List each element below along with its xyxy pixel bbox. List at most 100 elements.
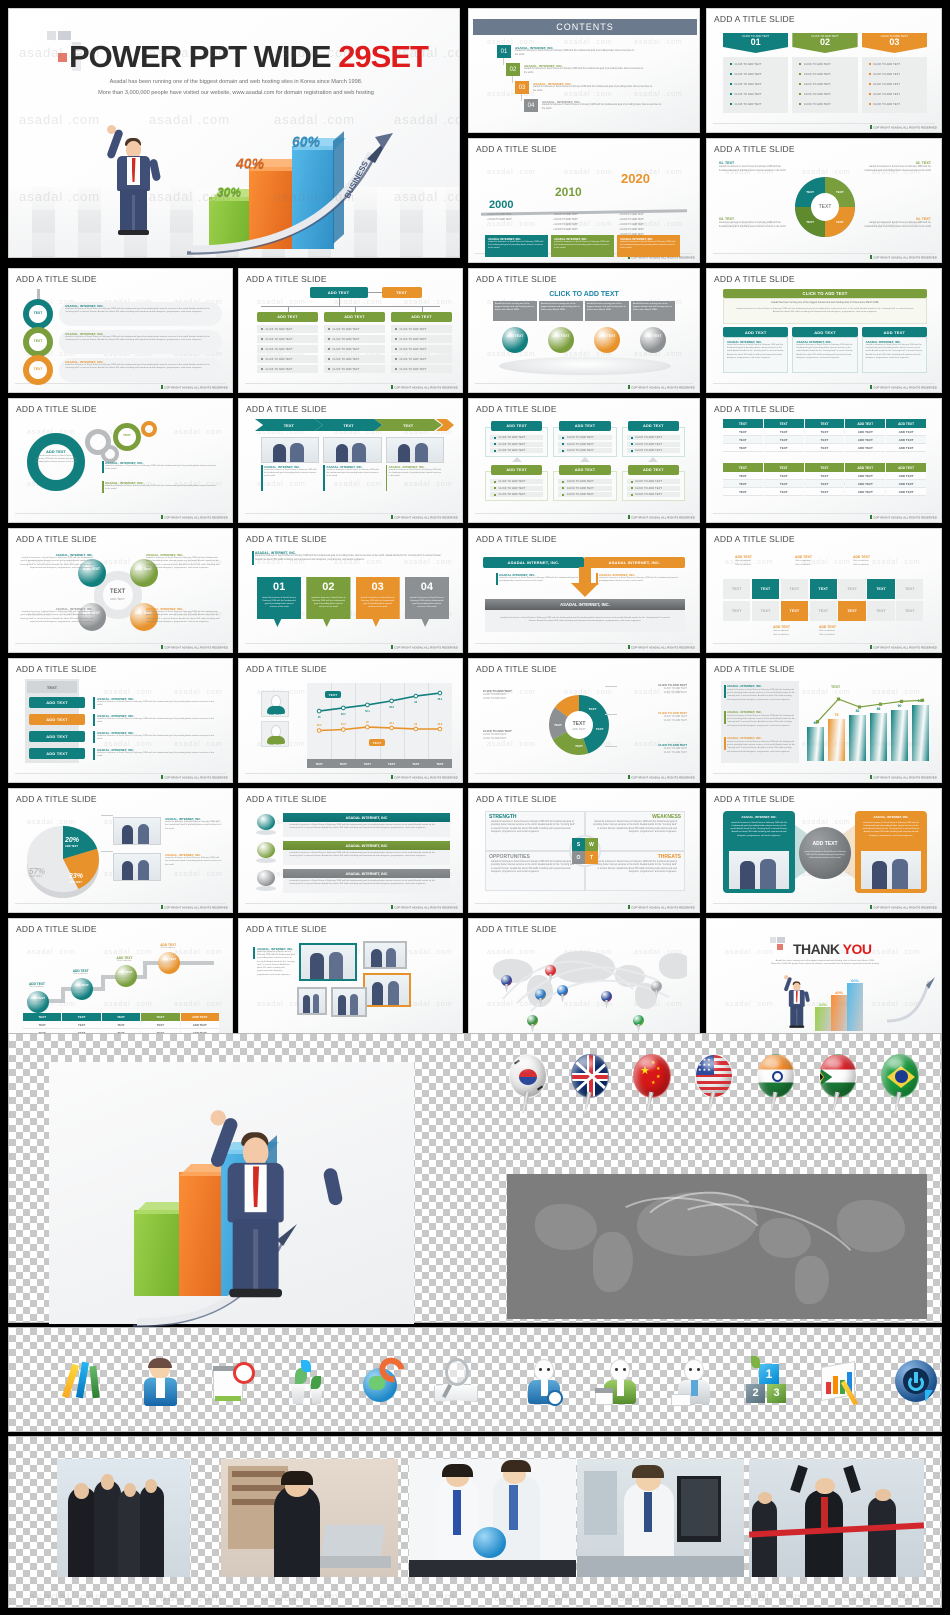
flag-pin-kr[interactable] (509, 1054, 547, 1106)
list-item[interactable]: CLICK TO ADD TEXT (795, 90, 855, 98)
list-item[interactable]: CLICK TO ADD TEXT (324, 335, 385, 343)
slide-thumbnail-29[interactable]: asadal .com asadal .com asadal .com asadal … (706, 918, 942, 1043)
slide-thumbnail-13[interactable]: ADD A TITLE SLIDEasadal .comasadal .coma… (706, 398, 942, 523)
list-item[interactable]: CLICK TO ADD TEXT (558, 448, 612, 453)
list-item[interactable]: CLICK TO ADD TEXT (626, 479, 680, 484)
map-pin-0[interactable] (501, 975, 512, 992)
grid-cell[interactable]: TEXT (867, 601, 895, 621)
timeline-card[interactable]: ASADAL INTERNET, INC. started its busines… (617, 235, 680, 257)
slide-thumbnail-26[interactable]: ADD A TITLE SLIDE asadal .com asadal .com a… (8, 918, 233, 1043)
list-item[interactable]: CLICK TO ADD TEXT (795, 80, 855, 88)
grid-cell[interactable]: TEXT (838, 579, 866, 599)
timeline-card[interactable]: ASADAL INTERNET, INC. started its busines… (551, 235, 614, 257)
list-item[interactable]: CLICK TO ADD TEXT (324, 355, 385, 363)
list-item[interactable]: CLICK TO ADD TEXT (490, 479, 544, 484)
list-item[interactable]: CLICK TO ADD TEXT (490, 448, 544, 453)
list-item[interactable]: CLICK TO ADD TEXT (391, 335, 452, 343)
chevron-1[interactable]: TEXT (314, 419, 383, 431)
group-header[interactable]: ADD TEXT (559, 421, 611, 431)
map-pin-3[interactable] (557, 985, 568, 1002)
list-item[interactable]: CLICK TO ADD TEXT (257, 365, 318, 373)
sphere-1[interactable]: ADD TEXT (548, 327, 574, 353)
list-item[interactable]: CLICK TO ADD TEXT (558, 435, 612, 440)
stack-item-3[interactable]: ADD TEXT (29, 748, 85, 759)
number-card-02[interactable]: 02 started its business in Seoul Korea in… (306, 577, 351, 627)
flag-pin-br[interactable] (881, 1054, 919, 1106)
list-item[interactable]: CLICK TO ADD TEXT (324, 365, 385, 373)
grid-cell[interactable]: TEXT (838, 601, 866, 621)
number-card-03[interactable]: 03 started its business in Seoul Korea in… (355, 577, 400, 627)
slide-thumbnail-3[interactable]: ADD A TITLE SLIDEasadal .comasadal .coma… (706, 8, 942, 133)
slide-thumbnail-22[interactable]: ADD A TITLE SLIDE asadal .com asadal .com a… (8, 788, 233, 913)
slide-thumbnail-17[interactable]: ADD A TITLE SLIDE asadal .com asadal .com a… (706, 528, 942, 653)
stair-node-2[interactable]: ADD TEXT (114, 965, 137, 987)
flag-pin-cn[interactable]: ★ ★ ★ ★ ★ (633, 1054, 671, 1106)
merge-banner-bottom[interactable]: ASADAL INTERNET, INC. (485, 599, 685, 610)
banner-2[interactable]: ASADAL INTERNET, INC (283, 869, 450, 878)
list-item[interactable]: CLICK TO ADD TEXT (558, 485, 612, 491)
card-header-01[interactable]: CLICK TO ADD TEXT 01 (723, 33, 789, 53)
list-item[interactable]: CLICK TO ADD TEXT (795, 100, 855, 108)
stack-item-0[interactable]: ADD TEXT (29, 697, 85, 708)
list-item[interactable]: CLICK TO ADD TEXT (257, 355, 318, 363)
slide-thumbnail-19[interactable]: ADD A TITLE SLIDEasadal .comasadal .coma… (238, 658, 463, 783)
list-item[interactable]: CLICK TO ADD TEXT (864, 100, 924, 108)
list-item[interactable]: CLICK TO ADD TEXT (324, 345, 385, 353)
map-pin-1[interactable] (545, 965, 556, 982)
list-item[interactable]: CLICK TO ADD TEXT (257, 335, 318, 343)
sphere-0[interactable]: ADD TEXT (502, 327, 528, 353)
list-item[interactable]: CLICK TO ADD TEXT (726, 100, 786, 108)
org-top-right-node[interactable]: TEXT (381, 287, 422, 298)
list-item[interactable]: CLICK TO ADD TEXT (558, 479, 612, 484)
stack-item-2[interactable]: ADD TEXT (29, 731, 85, 742)
list-item[interactable]: CLICK TO ADD TEXT (490, 435, 544, 440)
sphere-3[interactable]: ADD TEXT (640, 327, 666, 353)
chevron-0[interactable]: TEXT (255, 419, 323, 431)
map-pin-4[interactable] (527, 1015, 538, 1032)
contents-number-01[interactable]: 01 (497, 45, 511, 58)
slide-thumbnail-18[interactable]: ADD A TITLE SLIDE asadal .com asadal .com a… (8, 658, 233, 783)
group-header[interactable]: ADD TEXT (627, 421, 679, 431)
grid-cell[interactable]: TEXT (751, 601, 780, 621)
slide-thumbnail-15[interactable]: ADD A TITLE SLIDE asadal .com asadal .com a… (238, 528, 463, 653)
slide-thumbnail-27[interactable]: ADD A TITLE SLIDE asadal .com asadal .com a… (238, 918, 463, 1043)
org-branch-node[interactable]: ADD TEXT (391, 312, 452, 322)
section-banner[interactable]: CLICK TO ADD TEXT (723, 289, 927, 298)
sphere-2[interactable]: ADD TEXT (594, 327, 620, 353)
list-item[interactable]: CLICK TO ADD TEXT (391, 325, 452, 333)
map-pin-2[interactable] (535, 989, 546, 1006)
list-item[interactable]: CLICK TO ADD TEXT (391, 345, 452, 353)
list-item[interactable]: CLICK TO ADD TEXT (626, 492, 680, 497)
org-branch-node[interactable]: ADD TEXT (324, 312, 385, 322)
slide-thumbnail-20[interactable]: ADD A TITLE SLIDE asadal .com asadal .com a… (468, 658, 700, 783)
list-item[interactable]: CLICK TO ADD TEXT (626, 485, 680, 491)
flag-pin-gb[interactable] (571, 1054, 609, 1106)
flag-pin-za[interactable] (819, 1054, 857, 1106)
grid-cell[interactable]: TEXT (780, 579, 809, 599)
column-header[interactable]: ADD TEXT (861, 327, 927, 337)
slide-thumbnail-25[interactable]: ADD A TITLE SLIDEasadal .comasadal .coma… (706, 788, 942, 913)
map-pin-7[interactable] (651, 981, 662, 998)
group-header[interactable]: ADD TEXT (491, 465, 543, 475)
list-item[interactable]: CLICK TO ADD TEXT (391, 365, 452, 373)
list-item[interactable]: CLICK TO ADD TEXT (795, 60, 855, 68)
slide-thumbnail-2[interactable]: asadal .com asadal .com asadal .com asadal … (468, 8, 700, 133)
list-item[interactable]: CLICK TO ADD TEXT (490, 492, 544, 497)
timeline-card[interactable]: ASADAL INTERNET, INC. started its busines… (485, 235, 548, 257)
list-item[interactable]: CLICK TO ADD TEXT (626, 448, 680, 453)
grid-cell[interactable]: TEXT (723, 601, 751, 621)
number-card-01[interactable]: 01 started its business in Seoul Korea in… (257, 577, 302, 627)
list-item[interactable]: CLICK TO ADD TEXT (257, 345, 318, 353)
grid-cell[interactable]: TEXT (896, 579, 924, 599)
hero-slide[interactable]: POWER PPT WIDE 29SET Asadal has been run… (8, 8, 460, 258)
contents-number-03[interactable]: 03 (515, 81, 529, 94)
contents-number-02[interactable]: 02 (506, 63, 520, 76)
slide-thumbnail-28[interactable]: ADD A TITLE SLIDE asadal .com asadal .com a… (468, 918, 700, 1043)
chevron-2[interactable]: TEXT (374, 419, 442, 431)
stack-item-1[interactable]: ADD TEXT (29, 714, 85, 725)
map-pin-5[interactable] (601, 991, 612, 1008)
number-card-04[interactable]: 04 started its business in Seoul Korea in… (404, 577, 449, 627)
slide-thumbnail-12[interactable]: ADD A TITLE SLIDEasadal .comasadal .coma… (468, 398, 700, 523)
grid-cell[interactable]: TEXT (896, 601, 924, 621)
slide-thumbnail-8[interactable]: ADD A TITLE SLIDE asadal .com asadal .com a… (468, 268, 700, 393)
